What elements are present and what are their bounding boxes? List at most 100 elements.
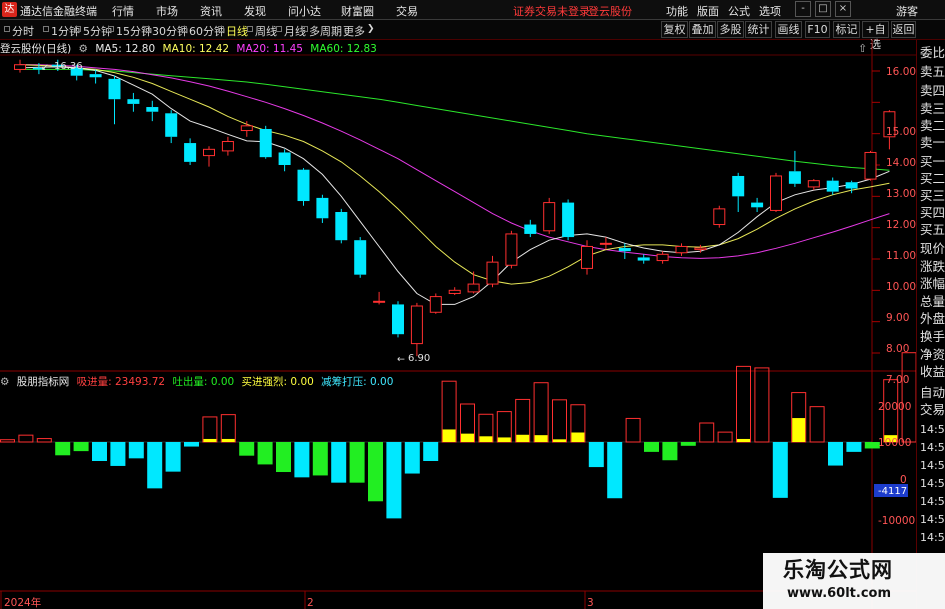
indicator-bar-outline bbox=[809, 406, 825, 443]
watermark: 乐淘公式网 www.60lt.com bbox=[763, 553, 945, 609]
maximize-icon[interactable]: □ bbox=[815, 1, 831, 17]
price-legend-title[interactable]: 登云股份(日线) bbox=[0, 43, 71, 55]
add-favorite-button[interactable]: +自选 bbox=[862, 21, 889, 51]
login-status[interactable]: 证券交易未登录 bbox=[513, 3, 590, 19]
period-checkbox[interactable] bbox=[247, 26, 253, 32]
indicator-title[interactable]: 股朋指标网 bbox=[17, 376, 70, 388]
candle-body bbox=[562, 202, 575, 238]
overlay-button[interactable]: 叠加 bbox=[689, 21, 716, 38]
indicator-bar bbox=[386, 442, 402, 519]
back-button[interactable]: 返回 bbox=[891, 21, 916, 38]
indicator-bar bbox=[625, 417, 641, 443]
f10-button[interactable]: F10 bbox=[805, 21, 830, 38]
side-item[interactable]: 现价 bbox=[920, 240, 945, 257]
period-weekly[interactable]: 周线 bbox=[255, 23, 277, 39]
period-checkbox[interactable] bbox=[43, 26, 49, 32]
indicator-bar bbox=[791, 392, 807, 443]
price-legend: 登云股份(日线) ⚙ MA5: 12.80 MA10: 12.42 MA20: … bbox=[0, 41, 381, 55]
menu-layout[interactable]: 版面 bbox=[697, 3, 719, 19]
period-checkbox[interactable] bbox=[4, 26, 10, 32]
candle-body bbox=[656, 253, 669, 262]
side-item[interactable]: 买一 bbox=[920, 153, 945, 170]
indicator-bar-outline bbox=[220, 414, 236, 443]
menu-news[interactable]: 资讯 bbox=[200, 3, 222, 19]
candle-body bbox=[637, 257, 650, 261]
side-item[interactable]: 卖四 bbox=[920, 82, 945, 99]
candle-body bbox=[694, 247, 707, 251]
chevron-right-icon[interactable]: ❯ bbox=[367, 24, 375, 34]
period-more[interactable]: 更多 bbox=[343, 23, 365, 39]
candle-body bbox=[127, 99, 140, 104]
minimize-icon[interactable]: - bbox=[795, 1, 811, 17]
side-item[interactable]: 卖五 bbox=[920, 63, 945, 80]
kline-chart[interactable]: ↙ 16.36 ← 6.90 16.00 15.00 14.00 13.00 1… bbox=[0, 40, 945, 609]
period-checkbox[interactable] bbox=[276, 26, 282, 32]
side-item[interactable]: 总量 bbox=[920, 293, 945, 310]
indicator-release: 吐出量: 0.00 bbox=[172, 376, 235, 388]
indicator-bar-fill bbox=[828, 442, 843, 466]
candle-body bbox=[335, 212, 348, 241]
side-item[interactable]: 外盘 bbox=[920, 310, 945, 327]
indicator-gear-icon[interactable]: ⚙ bbox=[0, 376, 9, 388]
side-item[interactable]: 换手 bbox=[920, 328, 945, 345]
side-item[interactable]: 买二 bbox=[920, 170, 945, 187]
side-item[interactable]: 涨跌 bbox=[920, 258, 945, 275]
side-item[interactable]: 收益 bbox=[920, 363, 945, 380]
period-daily[interactable]: 日线 bbox=[226, 23, 248, 39]
period-multi[interactable]: 多周期 bbox=[309, 23, 342, 39]
indicator-bar-fill bbox=[772, 442, 788, 498]
side-item[interactable]: 自动 bbox=[920, 384, 945, 401]
menu-ask[interactable]: 问小达 bbox=[288, 3, 321, 19]
settings-gear-icon[interactable]: ⚙ bbox=[79, 43, 88, 55]
collapse-icon[interactable]: ⇧ bbox=[858, 42, 867, 55]
side-item[interactable]: 买三 bbox=[920, 187, 945, 204]
candle-body bbox=[240, 125, 253, 132]
moving-average-lines bbox=[19, 64, 890, 305]
price-tick: 7.00 bbox=[886, 374, 909, 386]
side-item[interactable]: 涨幅 bbox=[920, 275, 945, 292]
multi-stock-button[interactable]: 多股 bbox=[717, 21, 744, 38]
menu-formula[interactable]: 公式 bbox=[728, 3, 750, 19]
stats-button[interactable]: 统计 bbox=[745, 21, 772, 38]
indicator-bar-outline bbox=[717, 431, 733, 443]
adjust-button[interactable]: 复权 bbox=[661, 21, 688, 38]
menu-options[interactable]: 选项 bbox=[759, 3, 781, 19]
side-item[interactable]: 交易 bbox=[920, 401, 945, 418]
side-item[interactable]: 净资 bbox=[920, 346, 945, 363]
candle-body bbox=[618, 248, 631, 252]
menu-trade[interactable]: 交易 bbox=[396, 3, 418, 19]
side-item[interactable]: 卖一 bbox=[920, 134, 945, 151]
close-icon[interactable]: × bbox=[835, 1, 851, 17]
candle-body bbox=[713, 208, 726, 226]
menu-quotes[interactable]: 行情 bbox=[112, 3, 134, 19]
period-checkbox[interactable] bbox=[218, 26, 224, 32]
draw-line-button[interactable]: 画线 bbox=[775, 21, 802, 38]
period-intraday[interactable]: 分时 bbox=[12, 23, 34, 39]
period-checkbox[interactable] bbox=[75, 26, 81, 32]
menu-discover[interactable]: 发现 bbox=[244, 3, 266, 19]
side-item[interactable]: 买四 bbox=[920, 204, 945, 221]
menu-market[interactable]: 市场 bbox=[156, 3, 178, 19]
menu-wealth[interactable]: 财富圈 bbox=[341, 3, 374, 19]
indicator-bar bbox=[460, 403, 475, 443]
indicator-bar-strong bbox=[571, 432, 585, 442]
visitor-label[interactable]: 游客 bbox=[896, 3, 918, 19]
side-item[interactable]: 委比 bbox=[920, 44, 945, 61]
period-checkbox[interactable] bbox=[144, 26, 150, 32]
period-checkbox[interactable] bbox=[302, 26, 308, 32]
menu-functions[interactable]: 功能 bbox=[666, 3, 688, 19]
candle-body bbox=[259, 128, 272, 158]
mark-button[interactable]: 标记 bbox=[833, 21, 860, 38]
period-checkbox[interactable] bbox=[108, 26, 114, 32]
side-item[interactable]: 卖二 bbox=[920, 117, 945, 134]
side-item[interactable]: 卖三 bbox=[920, 100, 945, 117]
indicator-bar bbox=[202, 416, 218, 443]
indicator-bar bbox=[552, 399, 567, 443]
indicator-bar bbox=[55, 442, 71, 456]
candle bbox=[297, 168, 310, 206]
side-item[interactable]: 买五 bbox=[920, 221, 945, 238]
candle-body bbox=[675, 245, 688, 254]
indicator-bar bbox=[349, 442, 365, 483]
indicator-bar bbox=[423, 442, 439, 461]
period-checkbox[interactable] bbox=[181, 26, 187, 32]
